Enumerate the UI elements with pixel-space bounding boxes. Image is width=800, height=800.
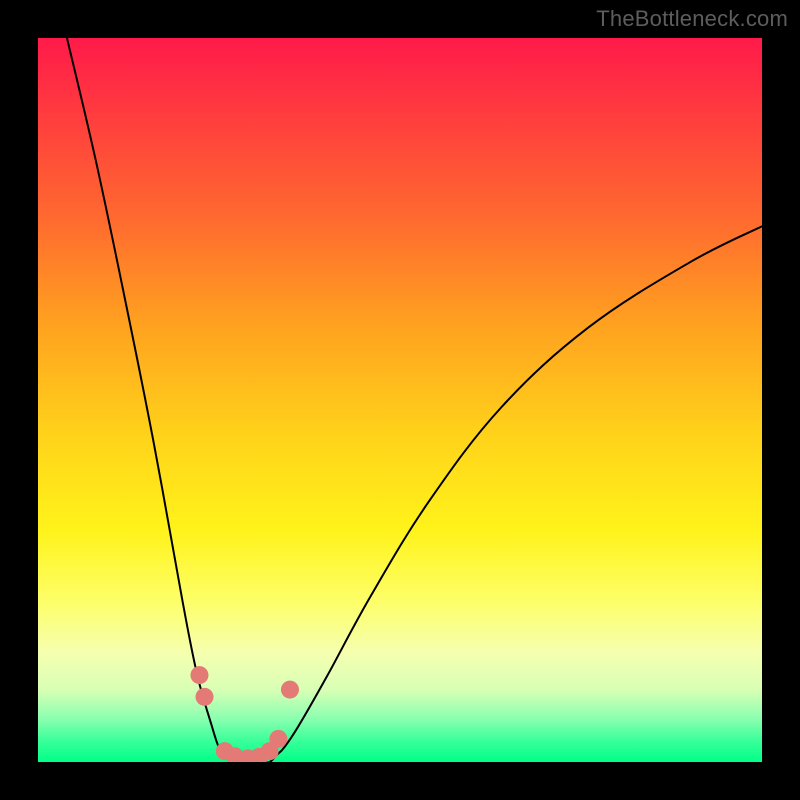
- chart-container: TheBottleneck.com: [0, 0, 800, 800]
- right-dot: [281, 681, 299, 699]
- plot-area: [38, 38, 762, 762]
- chart-svg: [38, 38, 762, 762]
- trough-dot-6: [269, 730, 287, 748]
- left-dot-upper: [190, 666, 208, 684]
- watermark-text: TheBottleneck.com: [596, 6, 788, 32]
- right-curve: [262, 226, 762, 762]
- left-curve: [67, 38, 241, 762]
- left-dot-lower: [196, 688, 214, 706]
- trough-markers: [190, 666, 299, 762]
